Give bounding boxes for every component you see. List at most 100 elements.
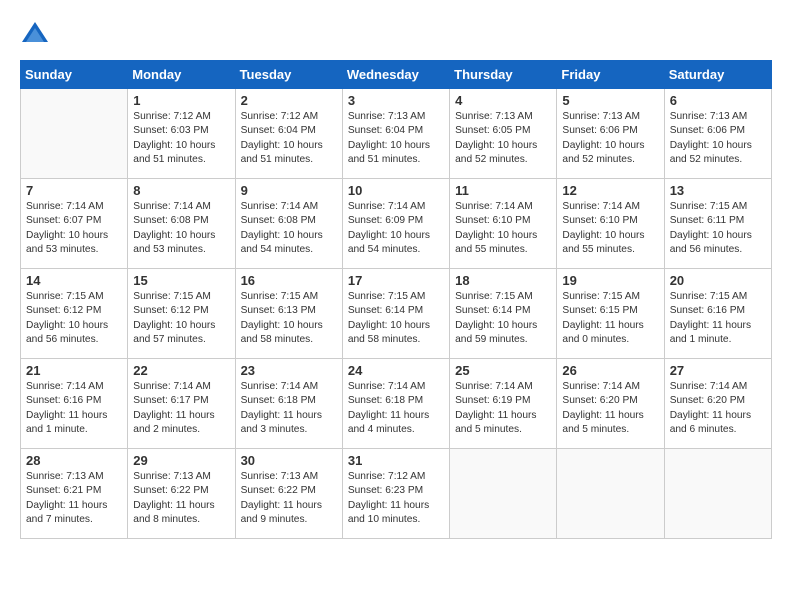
calendar-cell: 21Sunrise: 7:14 AM Sunset: 6:16 PM Dayli… — [21, 359, 128, 449]
calendar-cell: 18 Sunrise: 7:15 AM Sunset: 6:14 PM Dayli… — [450, 269, 557, 359]
day-number: 31 — [348, 453, 444, 468]
day-number: 24 — [348, 363, 444, 378]
day-info: Sunrise: 7:13 AM Sunset: 6:05 PM Dayligh… — [455, 110, 551, 167]
day-info: Sunrise: 7:14 AM Sunset: 6:08 PM Dayligh… — [133, 200, 229, 257]
day-info: Sunrise: 7:14 AM Sunset: 6:19 PM Dayligh… — [455, 380, 551, 437]
day-info: Sunrise: 7:13 AM Sunset: 6:22 PM Dayligh… — [133, 470, 229, 527]
calendar-cell: 6 Sunrise: 7:13 AM Sunset: 6:06 PM Daylig… — [664, 89, 771, 179]
day-info: Sunrise: 7:15 AM Sunset: 6:15 PM Dayligh… — [562, 290, 658, 347]
day-info: Sunrise: 7:14 AM Sunset: 6:17 PM Dayligh… — [133, 380, 229, 437]
day-info: Sunrise: 7:14 AM Sunset: 6:16 PM Dayligh… — [26, 380, 122, 437]
calendar-week-row: 28 Sunrise: 7:13 AM Sunset: 6:21 PM Dayli… — [21, 449, 772, 539]
calendar: SundayMondayTuesdayWednesdayThursdayFrid… — [20, 60, 772, 539]
page-header — [20, 20, 772, 50]
calendar-cell: 3 Sunrise: 7:13 AM Sunset: 6:04 PM Daylig… — [342, 89, 449, 179]
day-number: 18 — [455, 273, 551, 288]
calendar-cell — [664, 449, 771, 539]
calendar-cell: 22 Sunrise: 7:14 AM Sunset: 6:17 PM Dayli… — [128, 359, 235, 449]
day-number: 30 — [241, 453, 337, 468]
calendar-cell: 20 Sunrise: 7:15 AM Sunset: 6:16 PM Dayli… — [664, 269, 771, 359]
calendar-cell: 4 Sunrise: 7:13 AM Sunset: 6:05 PM Daylig… — [450, 89, 557, 179]
column-header-friday: Friday — [557, 61, 664, 89]
calendar-header-row: SundayMondayTuesdayWednesdayThursdayFrid… — [21, 61, 772, 89]
day-number: 12 — [562, 183, 658, 198]
calendar-cell: 23Sunrise: 7:14 AM Sunset: 6:18 PM Dayli… — [235, 359, 342, 449]
day-info: Sunrise: 7:15 AM Sunset: 6:16 PM Dayligh… — [670, 290, 766, 347]
day-number: 28 — [26, 453, 122, 468]
calendar-cell: 26 Sunrise: 7:14 AM Sunset: 6:20 PM Dayli… — [557, 359, 664, 449]
day-info: Sunrise: 7:15 AM Sunset: 6:14 PM Dayligh… — [455, 290, 551, 347]
calendar-cell: 28 Sunrise: 7:13 AM Sunset: 6:21 PM Dayli… — [21, 449, 128, 539]
calendar-cell: 2 Sunrise: 7:12 AM Sunset: 6:04 PM Daylig… — [235, 89, 342, 179]
day-info: Sunrise: 7:13 AM Sunset: 6:21 PM Dayligh… — [26, 470, 122, 527]
calendar-week-row: 14 Sunrise: 7:15 AM Sunset: 6:12 PM Dayli… — [21, 269, 772, 359]
day-info: Sunrise: 7:13 AM Sunset: 6:06 PM Dayligh… — [562, 110, 658, 167]
day-info: Sunrise: 7:13 AM Sunset: 6:04 PM Dayligh… — [348, 110, 444, 167]
calendar-cell — [21, 89, 128, 179]
day-number: 13 — [670, 183, 766, 198]
day-info: Sunrise: 7:12 AM Sunset: 6:04 PM Dayligh… — [241, 110, 337, 167]
column-header-sunday: Sunday — [21, 61, 128, 89]
calendar-cell: 5 Sunrise: 7:13 AM Sunset: 6:06 PM Daylig… — [557, 89, 664, 179]
column-header-wednesday: Wednesday — [342, 61, 449, 89]
day-number: 22 — [133, 363, 229, 378]
day-number: 7 — [26, 183, 122, 198]
calendar-cell — [450, 449, 557, 539]
calendar-cell: 11 Sunrise: 7:14 AM Sunset: 6:10 PM Dayli… — [450, 179, 557, 269]
logo-icon — [20, 20, 50, 50]
calendar-cell: 9Sunrise: 7:14 AM Sunset: 6:08 PM Daylig… — [235, 179, 342, 269]
day-number: 27 — [670, 363, 766, 378]
logo — [20, 20, 54, 50]
calendar-cell — [557, 449, 664, 539]
day-number: 19 — [562, 273, 658, 288]
day-number: 5 — [562, 93, 658, 108]
day-info: Sunrise: 7:14 AM Sunset: 6:10 PM Dayligh… — [455, 200, 551, 257]
day-info: Sunrise: 7:14 AM Sunset: 6:18 PM Dayligh… — [241, 380, 337, 437]
day-info: Sunrise: 7:15 AM Sunset: 6:12 PM Dayligh… — [26, 290, 122, 347]
calendar-cell: 30 Sunrise: 7:13 AM Sunset: 6:22 PM Dayli… — [235, 449, 342, 539]
day-info: Sunrise: 7:15 AM Sunset: 6:13 PM Dayligh… — [241, 290, 337, 347]
calendar-cell: 24 Sunrise: 7:14 AM Sunset: 6:18 PM Dayli… — [342, 359, 449, 449]
day-number: 3 — [348, 93, 444, 108]
day-number: 20 — [670, 273, 766, 288]
day-info: Sunrise: 7:15 AM Sunset: 6:12 PM Dayligh… — [133, 290, 229, 347]
calendar-cell: 13 Sunrise: 7:15 AM Sunset: 6:11 PM Dayli… — [664, 179, 771, 269]
day-info: Sunrise: 7:13 AM Sunset: 6:22 PM Dayligh… — [241, 470, 337, 527]
day-info: Sunrise: 7:13 AM Sunset: 6:06 PM Dayligh… — [670, 110, 766, 167]
calendar-cell: 14 Sunrise: 7:15 AM Sunset: 6:12 PM Dayli… — [21, 269, 128, 359]
column-header-saturday: Saturday — [664, 61, 771, 89]
day-number: 11 — [455, 183, 551, 198]
calendar-cell: 27 Sunrise: 7:14 AM Sunset: 6:20 PM Dayli… — [664, 359, 771, 449]
day-info: Sunrise: 7:12 AM Sunset: 6:03 PM Dayligh… — [133, 110, 229, 167]
day-number: 8 — [133, 183, 229, 198]
calendar-cell: 15Sunrise: 7:15 AM Sunset: 6:12 PM Dayli… — [128, 269, 235, 359]
day-info: Sunrise: 7:14 AM Sunset: 6:10 PM Dayligh… — [562, 200, 658, 257]
calendar-cell: 12 Sunrise: 7:14 AM Sunset: 6:10 PM Dayli… — [557, 179, 664, 269]
column-header-monday: Monday — [128, 61, 235, 89]
day-number: 9 — [241, 183, 337, 198]
day-info: Sunrise: 7:14 AM Sunset: 6:18 PM Dayligh… — [348, 380, 444, 437]
day-info: Sunrise: 7:12 AM Sunset: 6:23 PM Dayligh… — [348, 470, 444, 527]
day-number: 10 — [348, 183, 444, 198]
day-number: 6 — [670, 93, 766, 108]
calendar-cell: 16 Sunrise: 7:15 AM Sunset: 6:13 PM Dayli… — [235, 269, 342, 359]
calendar-cell: 10Sunrise: 7:14 AM Sunset: 6:09 PM Dayli… — [342, 179, 449, 269]
day-number: 4 — [455, 93, 551, 108]
day-number: 14 — [26, 273, 122, 288]
calendar-cell: 17Sunrise: 7:15 AM Sunset: 6:14 PM Dayli… — [342, 269, 449, 359]
calendar-week-row: 1Sunrise: 7:12 AM Sunset: 6:03 PM Daylig… — [21, 89, 772, 179]
day-info: Sunrise: 7:15 AM Sunset: 6:11 PM Dayligh… — [670, 200, 766, 257]
calendar-week-row: 7Sunrise: 7:14 AM Sunset: 6:07 PM Daylig… — [21, 179, 772, 269]
calendar-week-row: 21Sunrise: 7:14 AM Sunset: 6:16 PM Dayli… — [21, 359, 772, 449]
calendar-cell: 25Sunrise: 7:14 AM Sunset: 6:19 PM Dayli… — [450, 359, 557, 449]
calendar-cell: 31 Sunrise: 7:12 AM Sunset: 6:23 PM Dayli… — [342, 449, 449, 539]
day-info: Sunrise: 7:14 AM Sunset: 6:20 PM Dayligh… — [670, 380, 766, 437]
day-number: 17 — [348, 273, 444, 288]
day-number: 2 — [241, 93, 337, 108]
day-number: 26 — [562, 363, 658, 378]
calendar-cell: 8 Sunrise: 7:14 AM Sunset: 6:08 PM Daylig… — [128, 179, 235, 269]
day-info: Sunrise: 7:14 AM Sunset: 6:20 PM Dayligh… — [562, 380, 658, 437]
calendar-cell: 19 Sunrise: 7:15 AM Sunset: 6:15 PM Dayli… — [557, 269, 664, 359]
day-number: 16 — [241, 273, 337, 288]
day-number: 29 — [133, 453, 229, 468]
